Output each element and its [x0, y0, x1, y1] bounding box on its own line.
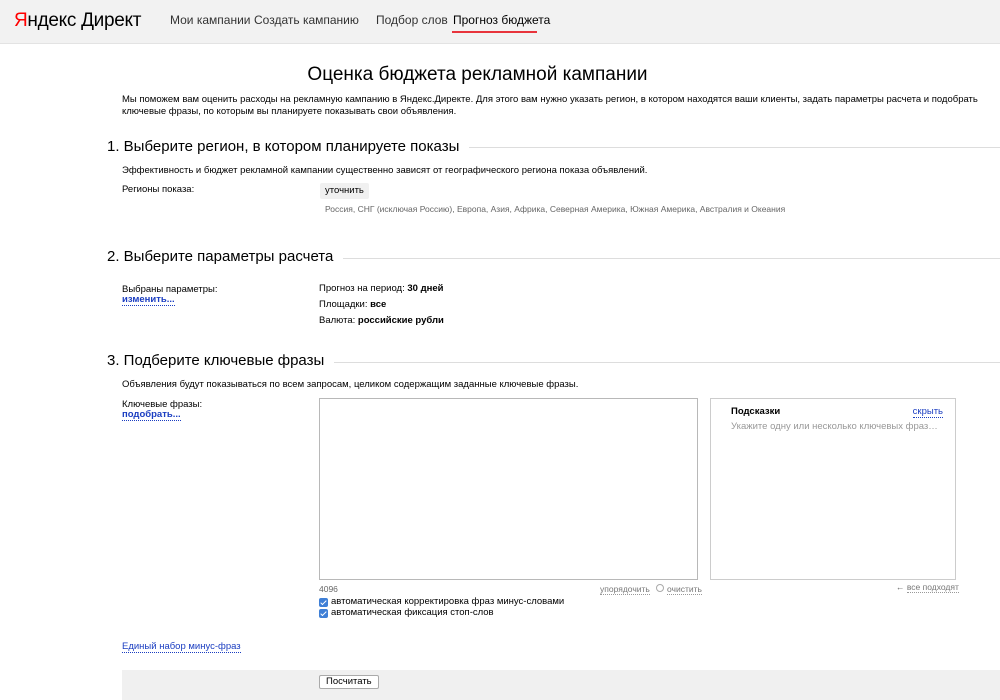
order-link[interactable]: упорядочить: [600, 583, 650, 595]
all-fit-link[interactable]: все подходят: [906, 582, 959, 593]
checkbox-stopwords-label[interactable]: автоматическая фиксация стоп-слов: [331, 607, 494, 619]
section2-title: 2. Выберите параметры расчета: [107, 248, 344, 266]
nav-budget-forecast[interactable]: Прогноз бюджета: [453, 13, 550, 27]
all-fit-row[interactable]: ← все подходят: [896, 581, 959, 593]
page-title: Оценка бюджета рекламной кампании: [307, 64, 648, 85]
currency-row: Валюта: российские рубли: [319, 315, 444, 327]
section3-title: 3. Подберите ключевые фразы: [107, 352, 335, 370]
nav-create-campaign[interactable]: Создать кампанию: [254, 13, 359, 27]
section3-description: Объявления будут показываться по всем за…: [122, 379, 579, 390]
clear-icon[interactable]: [656, 584, 664, 592]
clear-link[interactable]: очистить: [667, 583, 702, 595]
section1-title: 1. Выберите регион, в котором планируете…: [107, 138, 470, 156]
platforms-row: Площадки: все: [319, 299, 386, 311]
nav-word-selection[interactable]: Подбор слов: [376, 13, 448, 27]
platforms-label: Площадки:: [319, 299, 368, 310]
top-header: Яндекс Директ Мои кампании Создать кампан…: [0, 0, 1000, 44]
tips-placeholder: Укажите одну или несколько ключевых фраз…: [731, 421, 938, 432]
regions-value: Россия, СНГ (исключая Россию), Европа, А…: [325, 204, 786, 214]
tips-title: Подсказки: [731, 406, 781, 417]
nav-my-campaigns[interactable]: Мои кампании: [170, 13, 250, 27]
period-row: Прогноз на период: 30 дней: [319, 283, 443, 295]
change-params-link[interactable]: изменить...: [122, 294, 175, 306]
currency-label: Валюта:: [319, 315, 356, 326]
footer-action-bar: [122, 670, 1000, 700]
refine-regions-button[interactable]: уточнить: [320, 183, 369, 199]
logo-brand: ндекс: [27, 10, 77, 31]
nav-active-indicator: [452, 31, 537, 33]
yandex-direct-logo[interactable]: Яндекс Директ: [14, 10, 141, 32]
tips-hide-link[interactable]: скрыть: [912, 406, 943, 418]
page-intro: Мы поможем вам оценить расходы на реклам…: [122, 94, 978, 117]
checkbox-stopwords[interactable]: [319, 609, 328, 618]
regions-label: Регионы показа:: [122, 184, 195, 195]
keywords-textarea[interactable]: [319, 398, 698, 580]
minus-phrases-link[interactable]: Единый набор минус-фраз: [122, 641, 241, 653]
arrow-left-icon: ←: [896, 582, 905, 592]
period-label: Прогноз на период:: [319, 283, 405, 294]
currency-value: российские рубли: [357, 315, 444, 326]
char-counter: 4096: [319, 584, 338, 594]
period-value: 30 дней: [407, 283, 444, 294]
platforms-value: все: [370, 299, 387, 310]
tips-panel: Подсказки скрыть Укажите одну или нескол…: [710, 398, 956, 580]
calculate-button[interactable]: Посчитать: [319, 675, 379, 689]
pick-keywords-link[interactable]: подобрать...: [122, 409, 181, 421]
checkbox-auto-correct[interactable]: [319, 598, 328, 607]
logo-product: Директ: [81, 10, 142, 31]
logo-first-letter: Я: [14, 10, 28, 31]
section1-description: Эффективность и бюджет рекламной кампани…: [122, 165, 648, 176]
